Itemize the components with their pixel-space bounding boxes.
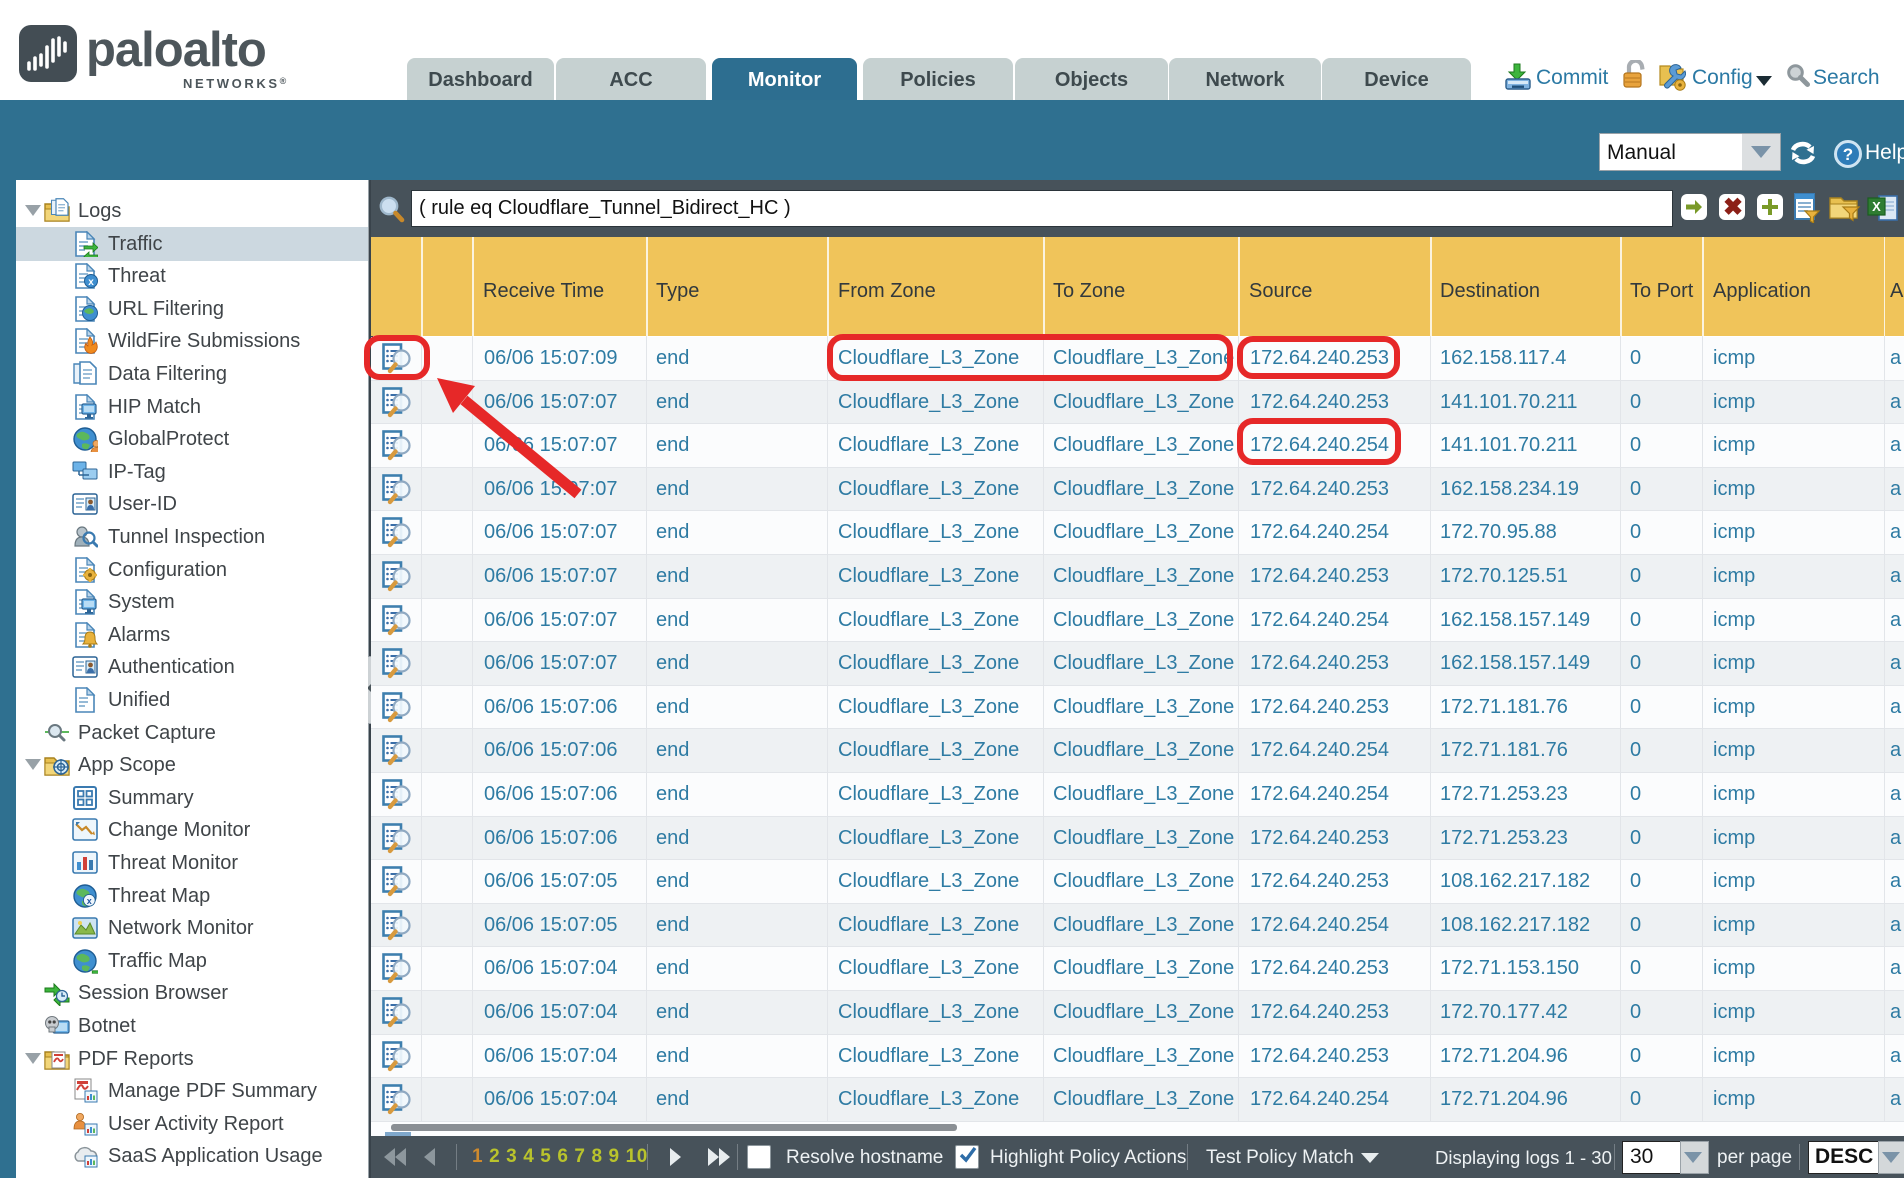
svg-text:x: x <box>88 277 94 288</box>
svg-text:?: ? <box>1843 145 1853 164</box>
svg-text:X: X <box>1872 199 1881 214</box>
svg-text:x: x <box>87 895 92 905</box>
